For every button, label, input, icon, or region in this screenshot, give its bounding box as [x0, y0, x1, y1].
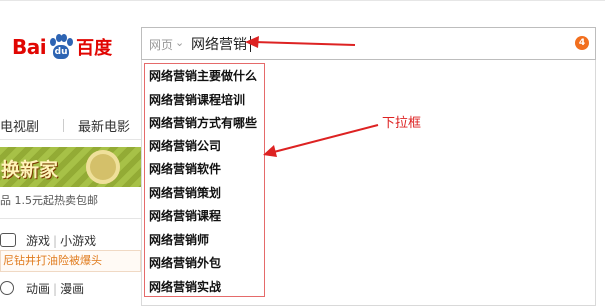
arrow-to-dropdown: [263, 124, 379, 157]
chandelier-icon: [86, 150, 120, 184]
nav-divider: [63, 119, 64, 132]
nav-latest-movies[interactable]: 最新电影: [78, 116, 130, 135]
nav-divider-line: [0, 139, 141, 140]
promo-banner[interactable]: 换新家: [0, 147, 141, 187]
anime-link[interactable]: 动画: [26, 282, 50, 296]
anime-icon: [0, 281, 14, 295]
games-row: 游戏 | 小游戏: [0, 232, 96, 249]
games-link[interactable]: 游戏: [26, 234, 50, 248]
mini-games-link[interactable]: 小游戏: [60, 234, 96, 248]
comics-link[interactable]: 漫画: [60, 282, 84, 296]
anime-row: 动画 | 漫画: [0, 280, 84, 297]
gamepad-icon: [0, 233, 16, 247]
news-headline[interactable]: 尼钻井打油险被爆头: [0, 250, 141, 272]
nav-tv-series[interactable]: 电视剧: [0, 116, 39, 135]
banner-title: 换新家: [1, 159, 59, 181]
arrow-to-search-input: [245, 36, 356, 48]
section-divider: [0, 218, 141, 219]
annotation-label: 下拉框: [382, 116, 422, 131]
promo-caption[interactable]: 品 1.5元起热卖包邮: [0, 192, 98, 208]
